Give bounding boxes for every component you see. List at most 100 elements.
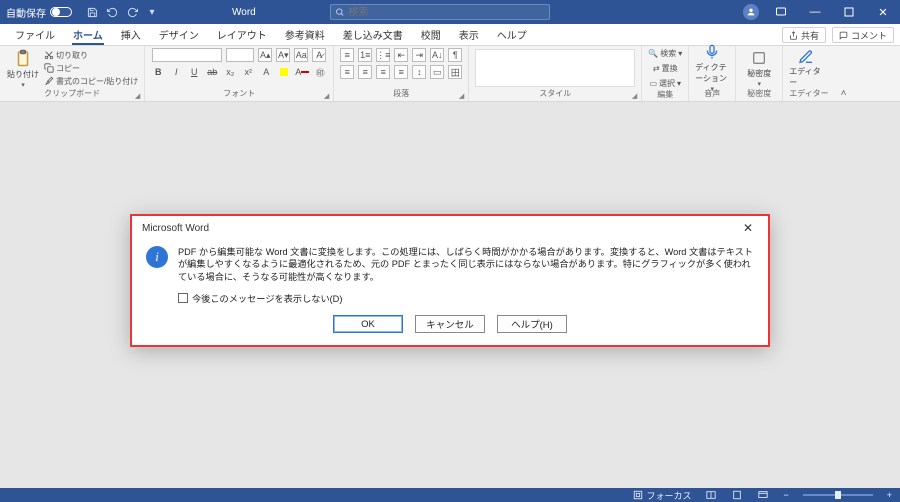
dont-show-again-checkbox[interactable]: 今後このメッセージを表示しない(D)	[178, 291, 754, 305]
highlight-icon[interactable]	[277, 65, 291, 79]
tab-layout[interactable]: レイアウト	[208, 23, 276, 45]
save-icon[interactable]	[86, 6, 98, 18]
dialog-launcher-icon[interactable]: ◢	[459, 92, 464, 100]
increase-indent-icon[interactable]: ⇥	[412, 48, 426, 62]
focus-mode-button[interactable]: フォーカス	[633, 489, 691, 502]
bullets-icon[interactable]: ≡	[340, 48, 354, 62]
select-button[interactable]: ▭ 選択 ▾	[649, 78, 681, 89]
view-web-icon[interactable]	[757, 490, 769, 500]
justify-icon[interactable]: ≡	[394, 65, 408, 79]
pdf-convert-dialog: Microsoft Word ✕ i PDF から編集可能な Word 文書に変…	[130, 214, 770, 347]
help-button[interactable]: ヘルプ(H)	[497, 315, 567, 333]
bold-icon[interactable]: B	[151, 65, 165, 79]
search-icon	[335, 7, 344, 17]
group-paragraph: ≡ 1≡ ⋮≡ ⇤ ⇥ A↓ ¶ ≡ ≡ ≡ ≡ ↕ ▭ 田 段落◢	[334, 46, 469, 101]
search-box[interactable]	[330, 4, 550, 20]
status-bar: フォーカス − +	[0, 488, 900, 502]
group-font: A▴ A▾ Aa A̷ B I U ab x₂ x² A A ㊞ フォント◢	[145, 46, 334, 101]
editor-icon	[796, 48, 816, 65]
paste-button[interactable]: 貼り付け ▾	[6, 48, 40, 88]
font-color-icon[interactable]: A	[295, 65, 309, 79]
comments-button[interactable]: コメント	[832, 27, 894, 43]
autosave-toggle[interactable]: 自動保存	[6, 5, 72, 20]
view-print-icon[interactable]	[731, 490, 743, 500]
share-button[interactable]: 共有	[782, 27, 826, 43]
tab-insert[interactable]: 挿入	[112, 23, 150, 45]
view-read-icon[interactable]	[705, 490, 717, 500]
ok-button[interactable]: OK	[333, 315, 403, 333]
dialog-close-button[interactable]: ✕	[734, 218, 762, 238]
shrink-font-icon[interactable]: A▾	[276, 48, 290, 62]
show-marks-icon[interactable]: ¶	[448, 48, 462, 62]
styles-gallery[interactable]	[475, 49, 635, 87]
zoom-out-button[interactable]: −	[783, 490, 788, 500]
copy-button[interactable]: コピー	[44, 63, 138, 74]
mic-icon	[702, 43, 722, 61]
line-spacing-icon[interactable]: ↕	[412, 65, 426, 79]
format-painter-button[interactable]: 書式のコピー/貼り付け	[44, 76, 138, 87]
account-button[interactable]	[738, 0, 764, 24]
maximize-button[interactable]	[832, 0, 866, 24]
superscript-icon[interactable]: x²	[241, 65, 255, 79]
font-name-combo[interactable]	[152, 48, 222, 62]
toggle-off-icon[interactable]	[50, 7, 72, 17]
underline-icon[interactable]: U	[187, 65, 201, 79]
dialog-titlebar: Microsoft Word ✕	[132, 216, 768, 240]
close-button[interactable]: ✕	[866, 0, 900, 24]
italic-icon[interactable]: I	[169, 65, 183, 79]
align-right-icon[interactable]: ≡	[376, 65, 390, 79]
qat-dropdown-icon[interactable]: ▾	[146, 6, 158, 18]
group-sensitivity: 秘密度▾ 秘密度	[736, 46, 783, 101]
tab-references[interactable]: 参考資料	[276, 23, 334, 45]
align-center-icon[interactable]: ≡	[358, 65, 372, 79]
cancel-button[interactable]: キャンセル	[415, 315, 485, 333]
tab-view[interactable]: 表示	[450, 23, 488, 45]
dictation-button[interactable]: ディクテーション▾	[695, 48, 729, 88]
search-input[interactable]	[348, 7, 545, 18]
tab-home[interactable]: ホーム	[64, 23, 112, 45]
sort-icon[interactable]: A↓	[430, 48, 444, 62]
group-editing: 🔍 検索 ▾ ⇄ 置換 ▭ 選択 ▾ 編集	[642, 46, 689, 101]
redo-icon[interactable]	[126, 6, 138, 18]
tab-review[interactable]: 校閲	[412, 23, 450, 45]
align-left-icon[interactable]: ≡	[340, 65, 354, 79]
zoom-slider[interactable]	[803, 494, 873, 496]
enclose-char-icon[interactable]: ㊞	[313, 65, 327, 79]
undo-icon[interactable]	[106, 6, 118, 18]
zoom-in-button[interactable]: +	[887, 490, 892, 500]
borders-icon[interactable]: 田	[448, 65, 462, 79]
grow-font-icon[interactable]: A▴	[258, 48, 272, 62]
change-case-icon[interactable]: Aa	[294, 48, 308, 62]
tab-file[interactable]: ファイル	[6, 23, 64, 45]
ribbon-display-options[interactable]	[764, 0, 798, 24]
title-bar-right: ― ✕	[738, 0, 900, 24]
strikethrough-icon[interactable]: ab	[205, 65, 219, 79]
dialog-launcher-icon[interactable]: ◢	[135, 92, 140, 100]
dialog-launcher-icon[interactable]: ◢	[632, 92, 637, 100]
title-bar: 自動保存 ▾ Word ― ✕	[0, 0, 900, 24]
app-name: Word	[232, 7, 256, 18]
text-effects-icon[interactable]: A	[259, 65, 273, 79]
avatar-icon	[743, 4, 759, 20]
dialog-launcher-icon[interactable]: ◢	[324, 92, 329, 100]
editor-button[interactable]: エディター	[789, 48, 823, 88]
numbering-icon[interactable]: 1≡	[358, 48, 372, 62]
clear-formatting-icon[interactable]: A̷	[312, 48, 326, 62]
collapse-ribbon-icon[interactable]: ˄	[835, 88, 853, 101]
subscript-icon[interactable]: x₂	[223, 65, 237, 79]
font-size-combo[interactable]	[226, 48, 254, 62]
tab-help[interactable]: ヘルプ	[488, 23, 536, 45]
minimize-button[interactable]: ―	[798, 0, 832, 24]
checkbox-icon[interactable]	[178, 293, 188, 303]
ribbon: 貼り付け ▾ 切り取り コピー 書式のコピー/貼り付け クリップボード◢ A▴ …	[0, 46, 900, 102]
cut-button[interactable]: 切り取り	[44, 50, 138, 61]
ribbon-tabs: ファイル ホーム 挿入 デザイン レイアウト 参考資料 差し込み文書 校閲 表示…	[0, 24, 900, 46]
multilevel-list-icon[interactable]: ⋮≡	[376, 48, 390, 62]
shading-icon[interactable]: ▭	[430, 65, 444, 79]
sensitivity-button[interactable]: 秘密度▾	[742, 48, 776, 88]
find-button[interactable]: 🔍 検索 ▾	[648, 48, 682, 59]
tab-design[interactable]: デザイン	[150, 23, 208, 45]
replace-button[interactable]: ⇄ 置換	[653, 63, 678, 74]
tab-mailings[interactable]: 差し込み文書	[334, 23, 412, 45]
decrease-indent-icon[interactable]: ⇤	[394, 48, 408, 62]
